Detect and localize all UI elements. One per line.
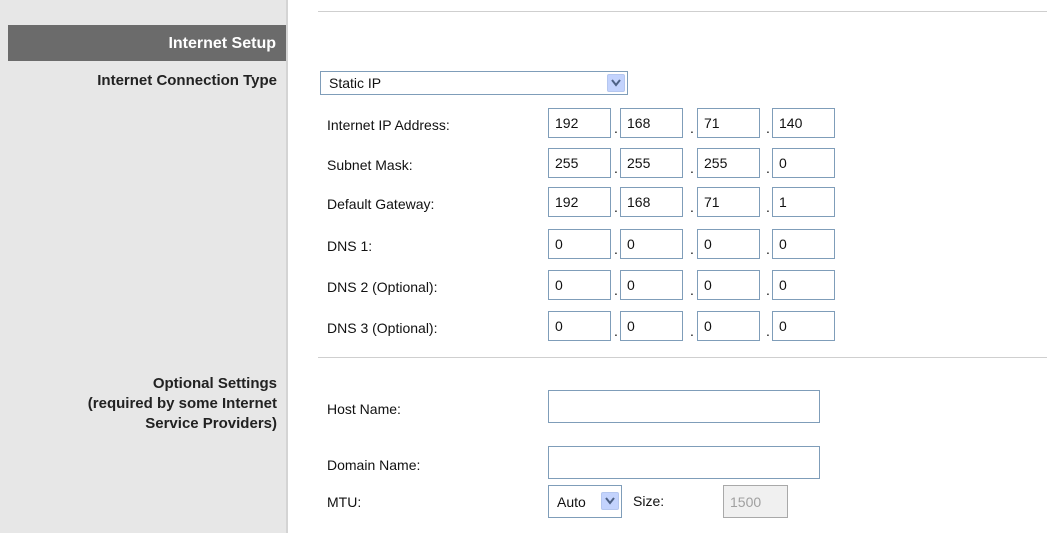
connection-type-value: Static IP — [329, 75, 382, 91]
host-name-input[interactable] — [548, 390, 820, 423]
ip-dot-separator: . — [614, 241, 618, 257]
optional-settings-label: Optional Settings (required by some Inte… — [88, 374, 277, 434]
ip-dot-separator: . — [766, 199, 770, 215]
host-name-label: Host Name: — [327, 401, 401, 417]
ip-dot-separator: . — [766, 120, 770, 136]
section-header-internet-setup: Internet Setup — [8, 25, 286, 61]
ip-octet-input[interactable]: 0 — [548, 229, 611, 259]
chevron-down-icon[interactable] — [601, 492, 619, 510]
ip-octet-input[interactable]: 0 — [772, 311, 835, 341]
ip-dot-separator: . — [766, 323, 770, 339]
optional-settings-line-3: Service Providers) — [145, 415, 277, 432]
ip-octet-input[interactable]: 71 — [697, 187, 760, 217]
domain-name-label: Domain Name: — [327, 457, 421, 473]
ip-octet-input[interactable]: 0 — [772, 229, 835, 259]
ip-octet-input[interactable]: 192 — [548, 108, 611, 138]
ip-octet-input[interactable]: 0 — [697, 229, 760, 259]
ip-octet-input[interactable]: 0 — [548, 270, 611, 300]
ip-octet-input[interactable]: 255 — [697, 148, 760, 178]
ip-dot-separator: . — [614, 323, 618, 339]
chevron-down-icon[interactable] — [607, 74, 625, 92]
ip-octet-input[interactable]: 0 — [620, 270, 683, 300]
ip-row-label: DNS 2 (Optional): — [327, 279, 438, 295]
optional-settings-line-2: (required by some Internet — [87, 395, 277, 412]
ip-octet-input[interactable]: 0 — [548, 311, 611, 341]
ip-octet-input[interactable]: 192 — [548, 187, 611, 217]
ip-dot-separator: . — [614, 120, 618, 136]
ip-dot-separator: . — [690, 120, 694, 136]
ip-dot-separator: . — [766, 282, 770, 298]
ip-dot-separator: . — [766, 160, 770, 176]
connection-type-label: Internet Connection Type — [97, 72, 277, 89]
ip-row-label: Internet IP Address: — [327, 117, 450, 133]
ip-dot-separator: . — [690, 282, 694, 298]
ip-octet-input[interactable]: 1 — [772, 187, 835, 217]
ip-dot-separator: . — [614, 199, 618, 215]
mtu-label: MTU: — [327, 494, 362, 510]
ip-octet-input[interactable]: 140 — [772, 108, 835, 138]
middle-divider — [318, 357, 1047, 358]
ip-octet-input[interactable]: 0 — [697, 270, 760, 300]
ip-row-label: Default Gateway: — [327, 196, 435, 212]
ip-octet-input[interactable]: 168 — [620, 108, 683, 138]
top-divider — [318, 11, 1047, 12]
ip-dot-separator: . — [766, 241, 770, 257]
ip-dot-separator: . — [614, 160, 618, 176]
connection-type-select[interactable]: Static IP — [320, 71, 628, 95]
mtu-select[interactable]: Auto — [548, 485, 622, 518]
column-divider — [286, 0, 288, 533]
ip-row-label: Subnet Mask: — [327, 157, 413, 173]
ip-octet-input[interactable]: 0 — [772, 270, 835, 300]
ip-octet-input[interactable]: 255 — [620, 148, 683, 178]
mtu-size-input: 1500 — [723, 485, 788, 518]
ip-octet-input[interactable]: 71 — [697, 108, 760, 138]
ip-octet-input[interactable]: 0 — [620, 229, 683, 259]
optional-settings-line-1: Optional Settings — [152, 375, 277, 392]
domain-name-input[interactable] — [548, 446, 820, 479]
ip-row-label: DNS 3 (Optional): — [327, 320, 438, 336]
ip-octet-input[interactable]: 0 — [620, 311, 683, 341]
ip-dot-separator: . — [690, 160, 694, 176]
ip-dot-separator: . — [690, 241, 694, 257]
ip-dot-separator: . — [690, 323, 694, 339]
ip-octet-input[interactable]: 0 — [697, 311, 760, 341]
ip-octet-input[interactable]: 255 — [548, 148, 611, 178]
ip-dot-separator: . — [614, 282, 618, 298]
ip-octet-input[interactable]: 0 — [772, 148, 835, 178]
ip-dot-separator: . — [690, 199, 694, 215]
ip-row-label: DNS 1: — [327, 238, 373, 254]
mtu-size-label: Size: — [633, 493, 665, 509]
ip-octet-input[interactable]: 168 — [620, 187, 683, 217]
mtu-select-value: Auto — [557, 494, 586, 510]
